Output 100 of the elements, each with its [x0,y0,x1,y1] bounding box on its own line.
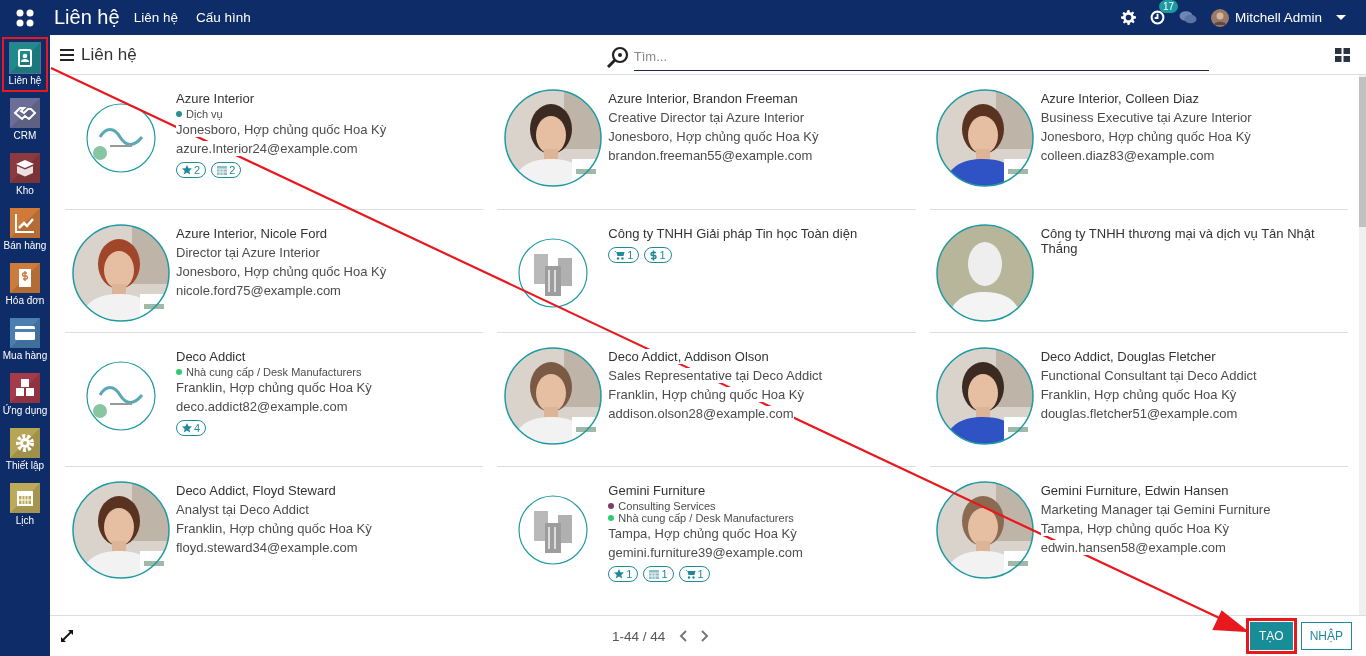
scrollbar[interactable] [1359,75,1366,615]
cart-icon [614,250,626,260]
next-page-icon[interactable] [701,630,710,642]
contact-address: Franklin, Hợp chủng quốc Hoa Kỳ [176,380,372,395]
contact-email: brandon.freeman55@example.com [608,148,813,163]
contact-card[interactable]: Công ty TNHH thương mại và dịch vụ Tân Nhật Thắng [929,210,1348,333]
contact-address: Jonesboro, Hợp chủng quốc Hoa Kỳ [176,264,387,279]
app-tile-icon [10,372,40,403]
app-tile-icon [10,152,40,183]
search-field[interactable]: Tìm... [633,42,1209,71]
contact-card[interactable]: Gemini Furniture Consulting Services Nhà cung cấp / Desk Manufacturers Tampa, Hợp chủng quốc Hoa Kỳ gemini.furniture39@example.com 1 1 1 [497,467,916,615]
contact-address: Franklin, Hợp chủng quốc Hoa Kỳ [176,521,372,536]
calendar-icon [649,569,660,579]
contact-email: nicole.ford75@example.com [176,283,341,298]
menu-icon[interactable] [60,48,74,61]
dollar-icon [650,249,658,261]
contact-name: Công ty TNHH Giải pháp Tin học Toàn diện [608,226,858,241]
contact-name: Azure Interior, Nicole Ford [176,226,327,241]
sidebar-app-item[interactable]: Hóa đơn [2,257,48,312]
contact-card[interactable]: Azure Interior, Nicole Ford Director tại Azure Interior Jonesboro, Hợp chủng quốc Hoa Kỳ nicole.ford75@example.com [65,210,484,333]
previous-page-icon[interactable] [679,630,688,642]
job-title: Marketing Manager tại Gemini Furniture [1040,502,1271,517]
contact-card[interactable]: Deco Addict, Douglas Fletcher Functional Consultant tại Deco Addict Franklin, Hợp chủng quốc Hoa Kỳ douglas.fletcher51@example.com [929,333,1348,467]
category-tag: Consulting Services [618,500,716,512]
category-tag: Nhà cung cấp / Desk Manufacturers [186,366,362,378]
contact-name: Gemini Furniture [608,483,706,498]
app-tile-icon [10,317,40,348]
activity-clock-icon[interactable] [1149,10,1165,25]
user-menu[interactable]: Mitchell Admin [1234,10,1322,25]
app-title: Liên hệ [54,6,120,29]
star-icon [182,165,192,175]
contact-name: Azure Interior [176,91,255,106]
breadcrumb-title: Liên hệ [81,44,137,65]
activity-count: 17 [1158,0,1179,13]
contact-email: addison.olson28@example.com [608,406,794,421]
contact-card[interactable]: Azure Interior, Brandon Freeman Creative Director tại Azure Interior Jonesboro, Hợp chủng quốc Hoa Kỳ brandon.freeman55@example.com [497,75,916,210]
contact-name: Deco Addict, Douglas Fletcher [1040,349,1216,364]
sidebar-app-item[interactable]: Mua hàng [2,312,48,367]
expand-icon[interactable] [60,629,74,643]
create-button[interactable]: TẠO [1250,622,1293,650]
kanban-view-icon[interactable] [1335,47,1350,62]
app-tile-icon [10,427,40,458]
sidebar-app-item[interactable]: CRM [2,92,48,147]
job-title: Creative Director tại Azure Interior [608,110,805,125]
app-tile-icon [10,97,40,128]
contact-card[interactable]: Deco Addict Nhà cung cấp / Desk Manufacturers Franklin, Hợp chủng quốc Hoa Kỳ deco.addict82@example.com 4 [65,333,484,467]
sidebar-app-item[interactable]: Kho [2,147,48,202]
contact-card[interactable]: Deco Addict, Floyd Steward Analyst tại Deco Addict Franklin, Hợp chủng quốc Hoa Kỳ floyd.steward34@example.com [65,467,484,615]
contact-card[interactable]: Công ty TNHH Giải pháp Tin học Toàn diện 1 1 [497,210,916,333]
settings-icon[interactable] [1120,10,1136,25]
sidebar-app-item[interactable]: Lịch [2,477,48,532]
contact-name: Deco Addict [176,349,246,364]
contact-email: deco.addict82@example.com [176,399,348,414]
contact-card[interactable]: Azure Interior, Colleen Diaz Business Executive tại Azure Interior Jonesboro, Hợp chủng quốc Hoa Kỳ colleen.diaz83@example.com [929,75,1348,210]
contact-card[interactable]: Azure Interior Dịch vụ Jonesboro, Hợp chủng quốc Hoa Kỳ azure.Interior24@example.com 2 2 [65,75,484,210]
contact-card[interactable]: Deco Addict, Addison Olson Sales Representative tại Deco Addict Franklin, Hợp chủng quốc Hoa Kỳ addison.olson28@example.com [497,333,916,467]
contact-name: Gemini Furniture, Edwin Hansen [1040,483,1229,498]
search-icon [605,45,630,68]
menu-link[interactable]: Cấu hình [195,10,251,25]
contact-email: azure.Interior24@example.com [176,141,358,156]
contact-address: Franklin, Hợp chủng quốc Hoa Kỳ [608,387,804,402]
category-tag: Nhà cung cấp / Desk Manufacturers [618,512,794,524]
contact-card[interactable]: Gemini Furniture, Edwin Hansen Marketing Manager tại Gemini Furniture Tampa, Hợp chủng quốc Hoa Kỳ edwin.hansen58@example.com [929,467,1348,615]
job-title: Director tại Azure Interior [176,245,320,260]
job-title: Analyst tại Deco Addict [176,502,309,517]
contact-email: colleen.diaz83@example.com [1040,148,1215,163]
job-title: Sales Representative tại Deco Addict [608,368,823,383]
import-button[interactable]: NHẬP [1300,622,1352,650]
contact-address: Tampa, Hợp chủng quốc Hoa Kỳ [608,526,797,541]
sidebar-app-item[interactable]: Bán hàng [2,202,48,257]
app-tile-icon [10,262,40,293]
star-icon [614,569,625,579]
contact-email: douglas.fletcher51@example.com [1040,406,1238,421]
contact-name: Azure Interior, Colleen Diaz [1040,91,1199,106]
apps-menu-icon[interactable] [16,8,34,27]
contact-address: Jonesboro, Hợp chủng quốc Hoa Kỳ [176,122,387,137]
sidebar-app-item[interactable]: Liên hệ [2,37,48,92]
contact-address: Franklin, Hợp chủng quốc Hoa Kỳ [1040,387,1237,402]
user-avatar-icon[interactable] [1210,8,1229,27]
app-tile-icon [10,207,40,238]
contact-address: Tampa, Hợp chủng quốc Hoa Kỳ [1040,521,1230,536]
category-tag: Dịch vụ [186,108,223,120]
contact-name: Deco Addict, Floyd Steward [176,483,336,498]
job-title: Functional Consultant tại Deco Addict [1040,368,1257,383]
sidebar-app-item[interactable]: Thiết lập [2,422,48,477]
contact-name: Azure Interior, Brandon Freeman [608,91,798,106]
pager-value[interactable]: 1-44 / 44 [612,628,666,644]
contact-email: gemini.furniture39@example.com [608,545,803,560]
app-tile-icon [10,42,40,73]
caret-icon[interactable] [1336,14,1346,21]
contact-name: Deco Addict, Addison Olson [608,349,769,364]
contact-address: Jonesboro, Hợp chủng quốc Hoa Kỳ [608,129,819,144]
app-tile-icon [10,482,40,513]
contact-email: edwin.hansen58@example.com [1040,540,1226,555]
sidebar-app-item[interactable]: Ứng dụng [2,367,48,422]
chat-icon[interactable] [1178,10,1197,25]
menu-link[interactable]: Liên hệ [133,10,178,25]
contact-email: floyd.steward34@example.com [176,540,358,555]
cart-icon [684,569,696,579]
calendar-icon [217,165,228,175]
